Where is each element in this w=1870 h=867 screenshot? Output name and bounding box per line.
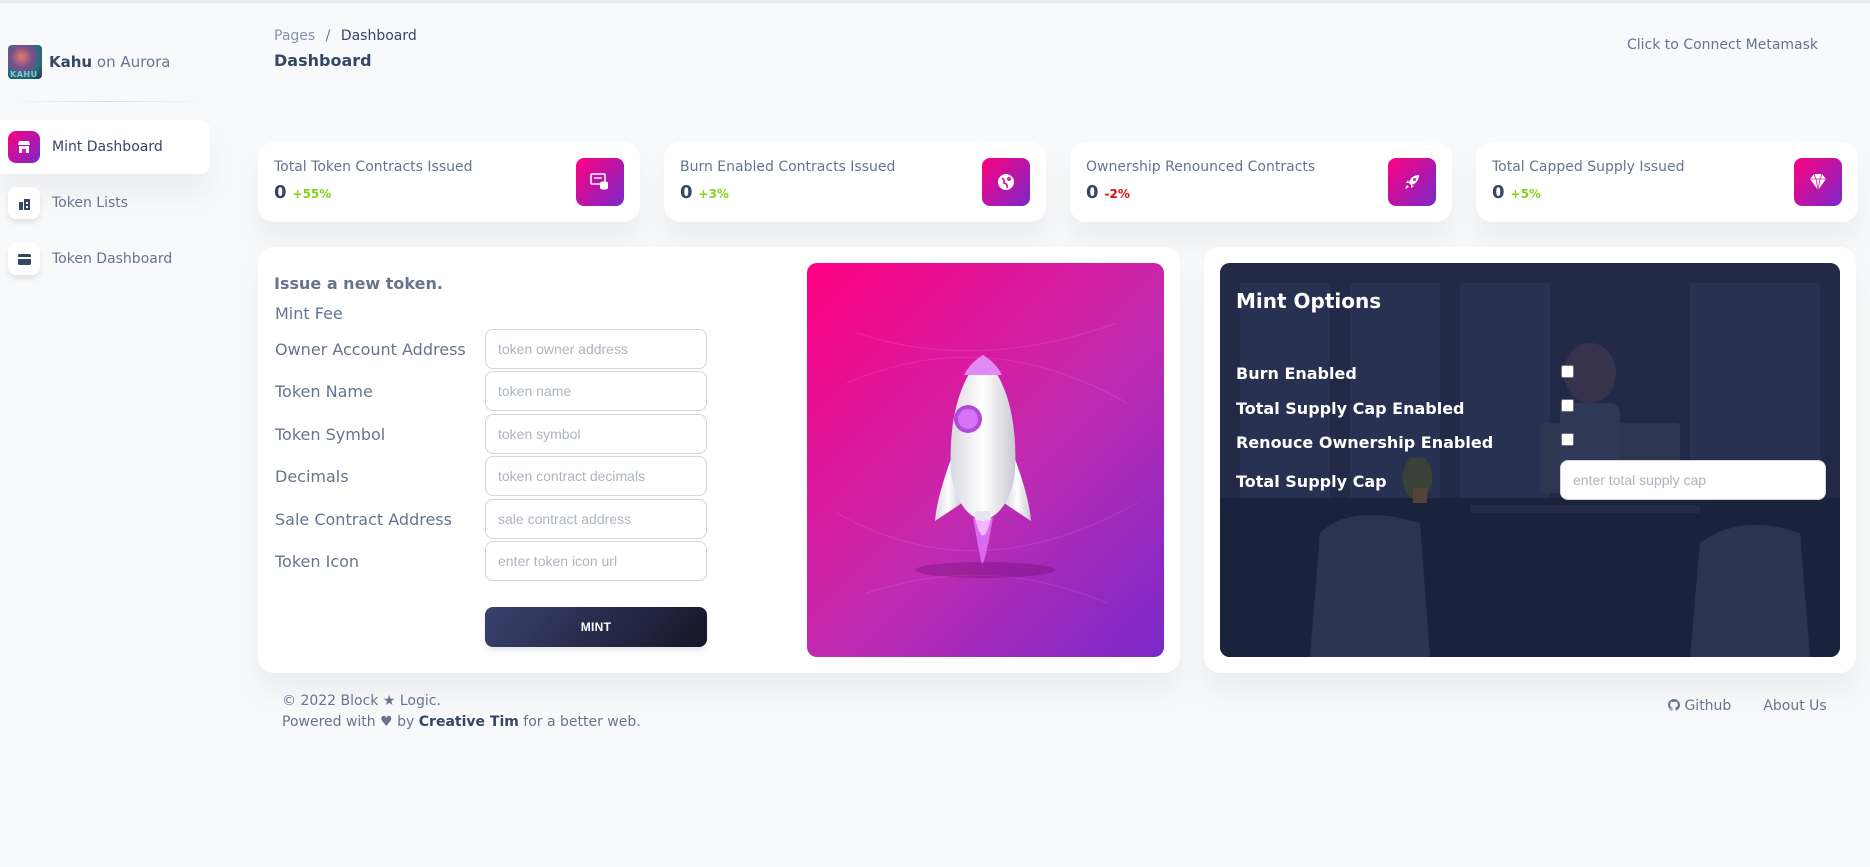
- decimals-row: Decimals: [275, 456, 715, 496]
- copyright-text: © 2022 Block ★ Logic.: [282, 693, 441, 709]
- brand-suffix: on Aurora: [96, 53, 171, 71]
- sale-contract-input[interactable]: [485, 499, 707, 539]
- globe-icon: [982, 158, 1030, 206]
- field-label: Token Icon: [275, 551, 360, 571]
- form-heading: Issue a new token.: [274, 274, 443, 293]
- breadcrumb-separator: /: [325, 28, 331, 44]
- mint-options-card: Mint Options Burn Enabled Total Supply C…: [1204, 247, 1856, 673]
- creative-tim-link[interactable]: Creative Tim: [419, 714, 519, 730]
- brand-logo: KAHU: [8, 45, 42, 79]
- stat-title: Ownership Renounced Contracts: [1086, 159, 1316, 175]
- office-icon: [8, 187, 40, 219]
- stat-card-ownership-renounced: Ownership Renounced Contracts 0 -2%: [1070, 142, 1452, 222]
- credit-card-icon: [8, 243, 40, 275]
- powered-by: by: [397, 714, 415, 730]
- renounce-ownership-label: Renouce Ownership Enabled: [1236, 433, 1494, 452]
- stat-value: 0: [680, 182, 693, 203]
- github-icon: [1668, 698, 1684, 714]
- sidebar-item-label: Mint Dashboard: [52, 139, 163, 155]
- diamond-icon: [1794, 158, 1842, 206]
- connect-metamask-link[interactable]: Click to Connect Metamask: [1627, 37, 1818, 53]
- stat-value-row: 0 +5%: [1492, 182, 1541, 203]
- brand-text: Kahu on Aurora: [49, 53, 170, 71]
- mint-button[interactable]: MINT: [485, 607, 707, 647]
- burn-enabled-label: Burn Enabled: [1236, 364, 1357, 383]
- brand-name: Kahu: [49, 53, 93, 71]
- decimals-input[interactable]: [485, 456, 707, 496]
- rocket-icon: [1388, 158, 1436, 206]
- sale-contract-row: Sale Contract Address: [275, 499, 715, 539]
- breadcrumb-root[interactable]: Pages: [274, 28, 315, 44]
- token-name-row: Token Name: [275, 371, 715, 411]
- brand[interactable]: KAHU Kahu on Aurora: [8, 45, 170, 79]
- brand-logo-text: KAHU: [10, 70, 38, 79]
- supply-cap-enabled-checkbox[interactable]: [1561, 399, 1574, 412]
- stat-value-row: 0 +55%: [274, 182, 331, 203]
- screen-icon: [576, 158, 624, 206]
- sidebar-item-label: Token Dashboard: [52, 251, 173, 267]
- renounce-ownership-checkbox[interactable]: [1561, 433, 1574, 446]
- field-label: Token Symbol: [275, 424, 386, 444]
- footer-links: Github About Us: [1668, 698, 1827, 714]
- stat-card-burn-enabled-contracts: Burn Enabled Contracts Issued 0 +3%: [664, 142, 1046, 222]
- sidebar-item-mint-dashboard[interactable]: Mint Dashboard: [0, 120, 210, 174]
- sidebar: KAHU Kahu on Aurora Mint Dashboard Token…: [0, 3, 212, 867]
- rocket-illustration: [807, 263, 1164, 657]
- sidebar-item-token-lists[interactable]: Token Lists: [0, 176, 210, 230]
- sidebar-item-token-dashboard[interactable]: Token Dashboard: [0, 232, 210, 286]
- burn-enabled-checkbox[interactable]: [1561, 365, 1574, 378]
- stat-title: Total Token Contracts Issued: [274, 159, 473, 175]
- stat-value: 0: [274, 182, 287, 203]
- field-label: Token Name: [275, 381, 373, 401]
- powered-line: Powered with ♥ by Creative Tim for a bet…: [282, 712, 641, 733]
- mint-options-title: Mint Options: [1236, 289, 1382, 313]
- sidebar-nav: Mint Dashboard Token Lists Token Dashboa…: [0, 120, 212, 288]
- total-supply-cap-label: Total Supply Cap: [1236, 472, 1387, 491]
- stat-change: +3%: [698, 187, 729, 201]
- total-supply-cap-input[interactable]: [1560, 460, 1826, 500]
- stat-value: 0: [1086, 182, 1099, 203]
- issue-token-card: Issue a new token. Mint Fee Owner Accoun…: [258, 247, 1180, 673]
- rocket-icon: [836, 322, 1138, 604]
- field-label: Owner Account Address: [275, 339, 466, 359]
- token-symbol-input[interactable]: [485, 414, 707, 454]
- stat-value: 0: [1492, 182, 1505, 203]
- stat-change: +5%: [1510, 187, 1541, 201]
- about-us-link[interactable]: About Us: [1763, 698, 1826, 714]
- stat-title: Total Capped Supply Issued: [1492, 159, 1685, 175]
- token-symbol-row: Token Symbol: [275, 414, 715, 454]
- token-icon-input[interactable]: [485, 541, 707, 581]
- token-name-input[interactable]: [485, 371, 707, 411]
- powered-suffix: for a better web.: [523, 714, 641, 730]
- powered-prefix: Powered with: [282, 714, 376, 730]
- stat-change: -2%: [1104, 187, 1130, 201]
- heart-icon: ♥: [380, 714, 393, 730]
- sidebar-item-label: Token Lists: [52, 195, 129, 211]
- sidebar-divider: [8, 101, 203, 102]
- mint-fee-label: Mint Fee: [275, 304, 343, 323]
- owner-address-row: Owner Account Address: [275, 329, 715, 369]
- stat-value-row: 0 +3%: [680, 182, 729, 203]
- github-label: Github: [1684, 698, 1732, 714]
- owner-address-input[interactable]: [485, 329, 707, 369]
- footer-copyright: © 2022 Block ★ Logic. Powered with ♥ by …: [282, 691, 641, 733]
- shop-icon: [8, 131, 40, 163]
- breadcrumb-current: Dashboard: [340, 28, 417, 44]
- stat-change: +55%: [292, 187, 332, 201]
- page-title: Dashboard: [274, 51, 372, 70]
- stat-title: Burn Enabled Contracts Issued: [680, 159, 896, 175]
- github-link[interactable]: Github: [1668, 698, 1731, 714]
- breadcrumb: Pages / Dashboard: [274, 28, 417, 44]
- stat-card-total-token-contracts: Total Token Contracts Issued 0 +55%: [258, 142, 640, 222]
- field-label: Decimals: [275, 466, 349, 486]
- stat-value-row: 0 -2%: [1086, 182, 1130, 203]
- supply-cap-enabled-label: Total Supply Cap Enabled: [1236, 399, 1465, 418]
- mint-options-panel: Mint Options Burn Enabled Total Supply C…: [1220, 263, 1840, 657]
- stat-card-total-capped-supply: Total Capped Supply Issued 0 +5%: [1476, 142, 1858, 222]
- token-icon-row: Token Icon: [275, 541, 715, 581]
- field-label: Sale Contract Address: [275, 509, 452, 529]
